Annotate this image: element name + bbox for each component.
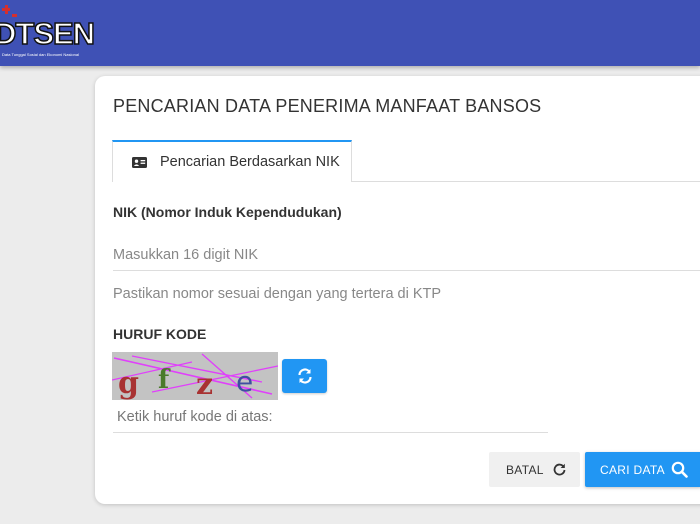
search-card: PENCARIAN DATA PENERIMA MANFAAT BANSOS P… <box>95 76 700 504</box>
id-card-icon <box>132 156 147 168</box>
search-button[interactable]: CARI DATA <box>585 452 700 487</box>
page-title: PENCARIAN DATA PENERIMA MANFAAT BANSOS <box>113 96 542 116</box>
svg-text:z: z <box>196 367 213 400</box>
captcha-label: HURUF KODE <box>113 326 207 342</box>
svg-text:f: f <box>158 365 171 395</box>
search-icon <box>671 461 688 478</box>
captcha-input[interactable] <box>113 401 548 433</box>
logo-tagline: Data Tunggal Sosial dan Ekonomi Nasional <box>2 52 79 57</box>
svg-text:e: e <box>236 365 253 398</box>
search-button-label: CARI DATA <box>600 462 665 477</box>
captcha-image: g f z e <box>112 352 278 400</box>
tab-label: Pencarian Berdasarkan NIK <box>160 154 340 170</box>
cancel-button-label: BATAL <box>506 462 544 477</box>
reset-icon <box>553 463 566 476</box>
logo-accent <box>5 5 8 14</box>
app-header: DTSEN Data Tunggal Sosial dan Ekonomi Na… <box>0 0 700 66</box>
logo-text: DTSEN <box>0 16 96 51</box>
tab-search-by-nik[interactable]: Pencarian Berdasarkan NIK <box>112 140 352 182</box>
nik-helper-text: Pastikan nomor sesuai dengan yang terter… <box>113 286 442 302</box>
svg-text:g: g <box>118 366 139 400</box>
cancel-button[interactable]: BATAL <box>489 452 580 487</box>
tab-bar: Pencarian Berdasarkan NIK <box>112 140 700 182</box>
nik-label: NIK (Nomor Induk Kependudukan) <box>113 204 342 220</box>
refresh-captcha-button[interactable] <box>282 359 327 393</box>
nik-input[interactable] <box>113 240 700 271</box>
refresh-icon <box>297 368 312 384</box>
dtsen-logo: DTSEN Data Tunggal Sosial dan Ekonomi Na… <box>0 2 112 60</box>
